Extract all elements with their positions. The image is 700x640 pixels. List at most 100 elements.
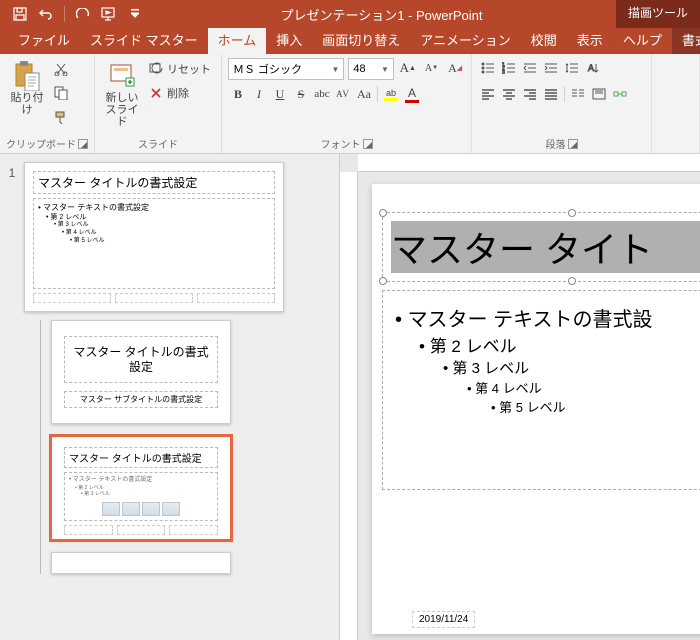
tab-slide-master[interactable]: スライド マスター xyxy=(80,28,208,54)
tab-review[interactable]: 校閲 xyxy=(521,28,567,54)
master-slide[interactable]: マスター タイト マスター テキストの書式設 第 2 レベル 第 3 レベル 第… xyxy=(372,184,700,634)
paste-button[interactable]: 貼り付け xyxy=(6,58,48,118)
increase-font-button[interactable]: A▲ xyxy=(398,58,418,78)
tab-animations[interactable]: アニメーション xyxy=(410,28,520,54)
clear-formatting-button[interactable]: A◢ xyxy=(445,58,465,78)
paragraph-dialog-launcher[interactable] xyxy=(568,139,578,149)
align-right-button[interactable] xyxy=(520,84,540,104)
highlight-color-swatch xyxy=(384,98,398,101)
font-size-selector[interactable]: 48▼ xyxy=(348,58,393,80)
bullets-button[interactable] xyxy=(478,58,498,78)
thumb-body: • マスター テキストの書式設定 • 第 2 レベル • 第 3 レベル xyxy=(64,472,218,521)
body-level-3[interactable]: 第 3 レベル xyxy=(443,357,700,378)
justify-button[interactable] xyxy=(541,84,561,104)
thumb-title: マスター タイトルの書式設定 xyxy=(64,336,218,383)
drawing-tools-label: 描画ツール xyxy=(616,0,700,28)
tab-format[interactable]: 書式 xyxy=(672,28,700,54)
title-text[interactable]: マスター タイト xyxy=(391,221,700,273)
undo-button[interactable] xyxy=(34,2,58,26)
redo-button[interactable] xyxy=(71,2,95,26)
increase-indent-button[interactable] xyxy=(541,58,561,78)
strikethrough-button[interactable]: S xyxy=(291,84,311,104)
title-placeholder[interactable]: マスター タイト xyxy=(382,212,700,282)
layout-thumbnail-title[interactable]: マスター タイトルの書式設定 マスター サブタイトルの書式設定 xyxy=(51,320,231,424)
text-direction-button[interactable]: A xyxy=(583,58,603,78)
tab-insert[interactable]: 挿入 xyxy=(266,28,312,54)
font-color-button[interactable]: A xyxy=(402,84,422,104)
chevron-down-icon: ▼ xyxy=(381,65,389,74)
decrease-font-button[interactable]: A▼ xyxy=(422,58,442,78)
underline-button[interactable]: U xyxy=(270,84,290,104)
decrease-indent-button[interactable] xyxy=(520,58,540,78)
group-slides: 新しい スライド リセット 削除 スライド xyxy=(95,54,222,153)
group-clipboard: 貼り付け クリップボード xyxy=(0,54,95,153)
body-level-2[interactable]: 第 2 レベル xyxy=(419,332,700,357)
start-slideshow-button[interactable] xyxy=(97,2,121,26)
body-level-5[interactable]: 第 5 レベル xyxy=(491,397,700,416)
numbering-button[interactable]: 123 xyxy=(499,58,519,78)
resize-handle[interactable] xyxy=(568,209,576,217)
new-slide-button[interactable]: 新しい スライド xyxy=(101,58,143,130)
customize-qat-button[interactable] xyxy=(123,2,147,26)
thumb-subtitle: マスター サブタイトルの書式設定 xyxy=(64,391,218,408)
separator xyxy=(564,86,565,102)
window-title: プレゼンテーション1 - PowerPoint xyxy=(147,5,616,24)
line-spacing-button[interactable] xyxy=(562,58,582,78)
font-color-swatch xyxy=(405,100,419,103)
slide-master-panel[interactable]: 1 マスター タイトルの書式設定 • マスター テキストの書式設定 • 第 2 … xyxy=(0,154,340,640)
group-paragraph: 123 A 段落 xyxy=(472,54,652,153)
font-name-selector[interactable]: ＭＳ ゴシック▼ xyxy=(228,58,344,80)
format-painter-button[interactable] xyxy=(50,106,72,128)
cut-button[interactable] xyxy=(50,58,72,80)
character-spacing-button[interactable]: AV xyxy=(333,84,353,104)
delete-button[interactable]: 削除 xyxy=(145,82,215,104)
save-button[interactable] xyxy=(8,2,32,26)
reset-button[interactable]: リセット xyxy=(145,58,215,80)
contextual-tab-header: 描画ツール xyxy=(616,0,700,28)
font-dialog-launcher[interactable] xyxy=(363,139,373,149)
resize-handle[interactable] xyxy=(379,277,387,285)
new-slide-icon xyxy=(106,60,138,92)
separator xyxy=(64,6,65,22)
align-center-button[interactable] xyxy=(499,84,519,104)
body-level-1[interactable]: マスター テキストの書式設 xyxy=(395,303,700,332)
text-shadow-button[interactable]: abc xyxy=(312,84,332,104)
clipboard-dialog-launcher[interactable] xyxy=(78,139,88,149)
tab-home[interactable]: ホーム xyxy=(208,28,267,54)
paste-icon xyxy=(11,60,43,92)
align-text-button[interactable] xyxy=(589,84,609,104)
highlight-button[interactable]: ab xyxy=(381,84,401,104)
horizontal-ruler[interactable] xyxy=(358,154,700,172)
date-placeholder[interactable]: 2019/11/24 xyxy=(412,611,475,628)
title-bar: プレゼンテーション1 - PowerPoint 描画ツール xyxy=(0,0,700,28)
body-level-4[interactable]: 第 4 レベル xyxy=(467,378,700,397)
tab-file[interactable]: ファイル xyxy=(8,28,80,54)
master-thumbnail[interactable]: マスター タイトルの書式設定 • マスター テキストの書式設定 • 第 2 レベ… xyxy=(24,162,284,312)
tab-transitions[interactable]: 画面切り替え xyxy=(312,28,410,54)
tab-view[interactable]: 表示 xyxy=(567,28,613,54)
slide-canvas[interactable]: マスター タイト マスター テキストの書式設 第 2 レベル 第 3 レベル 第… xyxy=(340,154,700,640)
italic-button[interactable]: I xyxy=(249,84,269,104)
resize-handle[interactable] xyxy=(379,209,387,217)
layout-thumbnail[interactable] xyxy=(51,552,231,574)
paragraph-group-label: 段落 xyxy=(546,136,566,151)
align-left-button[interactable] xyxy=(478,84,498,104)
bold-button[interactable]: B xyxy=(228,84,248,104)
chevron-down-icon: ▼ xyxy=(331,65,339,74)
copy-button[interactable] xyxy=(50,82,72,104)
columns-button[interactable] xyxy=(568,84,588,104)
master-number: 1 xyxy=(0,162,24,312)
tab-help[interactable]: ヘルプ xyxy=(613,28,672,54)
svg-text:3: 3 xyxy=(502,70,505,74)
body-placeholder[interactable]: マスター テキストの書式設 第 2 レベル 第 3 レベル 第 4 レベル 第 … xyxy=(382,290,700,490)
layout-thumbnail-content[interactable]: マスター タイトルの書式設定 • マスター テキストの書式設定 • 第 2 レベ… xyxy=(51,436,231,540)
separator xyxy=(377,86,378,102)
ribbon: 貼り付け クリップボード 新しい スライド リセット 削除 スライド xyxy=(0,54,700,154)
quick-access-toolbar xyxy=(0,2,147,26)
change-case-button[interactable]: Aa xyxy=(354,84,374,104)
clipboard-group-label: クリップボード xyxy=(6,136,76,151)
smartart-button[interactable] xyxy=(610,84,630,104)
vertical-ruler[interactable] xyxy=(340,172,358,640)
resize-handle[interactable] xyxy=(568,277,576,285)
smartart-placeholder-icon xyxy=(69,502,213,516)
